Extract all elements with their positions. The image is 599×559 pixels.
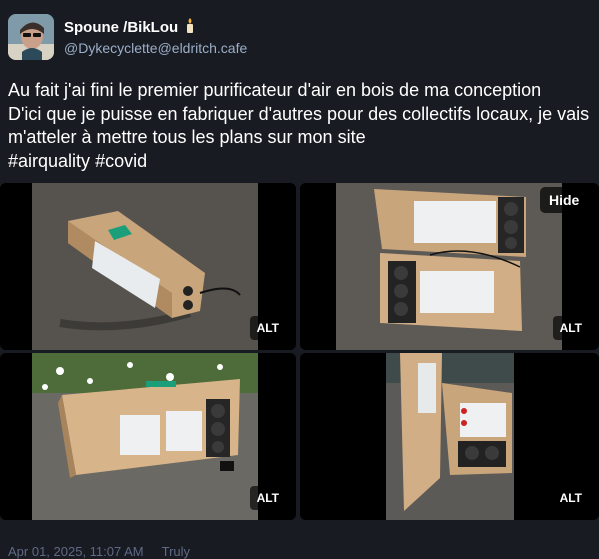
- hashtag-link[interactable]: #covid: [95, 151, 147, 171]
- author-display-name[interactable]: Spoune /BikLou: [64, 19, 178, 36]
- post-footer: Apr 01, 2025, 11:07 AM Truly: [8, 544, 190, 559]
- post-paragraph: Au fait j'ai fini le premier purificateu…: [8, 80, 542, 100]
- reply-label[interactable]: Truly: [162, 544, 190, 559]
- avatar[interactable]: [8, 14, 54, 60]
- post-content: Au fait j'ai fini le premier purificateu…: [8, 79, 593, 173]
- hide-media-button[interactable]: Hide: [540, 187, 589, 213]
- alt-badge[interactable]: ALT: [552, 316, 589, 340]
- author-handle[interactable]: @Dykecyclette@eldritch.cafe: [64, 40, 247, 56]
- alt-badge[interactable]: ALT: [249, 486, 286, 510]
- author-display-name-row[interactable]: Spoune /BikLou: [64, 17, 196, 37]
- candle-emoji-icon: [184, 17, 196, 37]
- media-attachment-4[interactable]: ALT: [300, 353, 599, 520]
- post-timestamp[interactable]: Apr 01, 2025, 11:07 AM: [8, 544, 144, 559]
- media-attachment-1[interactable]: ALT: [0, 183, 296, 350]
- status-post: Spoune /BikLou @Dykecyclette@eldritch.ca…: [0, 0, 599, 559]
- alt-badge[interactable]: ALT: [552, 486, 589, 510]
- post-paragraph: D'ici que je puisse en fabriquer d'autre…: [8, 103, 590, 148]
- hashtag-link[interactable]: #airquality: [8, 151, 90, 171]
- media-attachment-3[interactable]: ALT: [0, 353, 296, 520]
- alt-badge[interactable]: ALT: [249, 316, 286, 340]
